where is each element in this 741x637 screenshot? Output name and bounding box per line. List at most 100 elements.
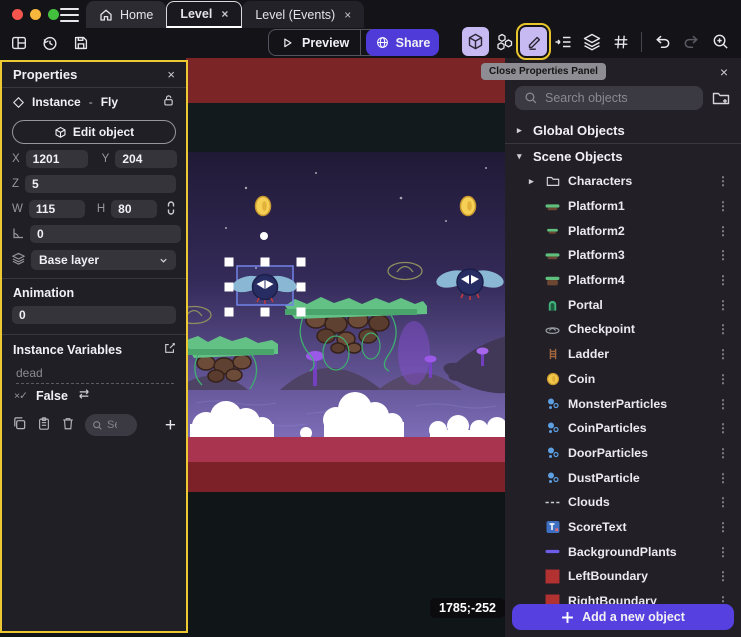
object-menu-icon[interactable]: ⋮: [717, 397, 729, 411]
y-input[interactable]: [115, 150, 177, 168]
chevron-down-icon: ▾: [517, 151, 525, 162]
object-row-platform2[interactable]: Platform2⋮: [505, 218, 741, 243]
redo-icon[interactable]: [678, 27, 705, 56]
object-row-portal[interactable]: Portal⋮: [505, 292, 741, 317]
copy-icon[interactable]: [12, 416, 27, 434]
open-variables-editor-icon[interactable]: [164, 342, 176, 357]
object-row-doorparticles[interactable]: DoorParticles⋮: [505, 441, 741, 466]
add-new-object-button[interactable]: Add a new object: [512, 604, 734, 630]
x-input[interactable]: [26, 150, 88, 168]
object-row-scoretext[interactable]: ScoreText⋮: [505, 515, 741, 540]
aspect-ratio-link-icon[interactable]: [165, 201, 177, 218]
object-row-characters[interactable]: ▸Characters⋮: [505, 169, 741, 194]
object-menu-icon[interactable]: ⋮: [717, 224, 729, 238]
animation-input[interactable]: [12, 306, 176, 324]
unlock-icon[interactable]: [162, 94, 175, 110]
object-label: Ladder: [568, 347, 609, 361]
close-objects-panel-icon[interactable]: ×: [720, 64, 728, 80]
object-menu-icon[interactable]: ⋮: [717, 446, 729, 460]
object-row-leftboundary[interactable]: LeftBoundary⋮: [505, 564, 741, 589]
zoom-in-icon[interactable]: [707, 27, 734, 56]
variable-value[interactable]: False: [36, 389, 68, 403]
object-menu-icon[interactable]: ⋮: [717, 174, 729, 188]
platform4-icon: [545, 273, 560, 288]
animation-section-title: Animation: [13, 286, 74, 300]
coin-instance: [461, 197, 476, 216]
variables-search-box[interactable]: Search: [85, 414, 137, 436]
instance-list-icon[interactable]: [549, 27, 576, 56]
objects-search-input[interactable]: [545, 91, 685, 105]
close-tab-icon[interactable]: ×: [342, 8, 351, 22]
panels-layout-icon[interactable]: [8, 32, 30, 54]
history-icon[interactable]: [39, 32, 61, 54]
tab-home[interactable]: Home: [86, 1, 166, 28]
object-menu-icon[interactable]: ⋮: [717, 495, 729, 509]
edit-properties-icon[interactable]: [520, 27, 547, 56]
paste-icon[interactable]: [37, 416, 51, 434]
close-tab-icon[interactable]: ×: [219, 7, 228, 21]
w-input[interactable]: [29, 200, 85, 218]
object-row-monsterparticles[interactable]: MonsterParticles⋮: [505, 391, 741, 416]
object-row-clouds[interactable]: Clouds⋮: [505, 490, 741, 515]
text-icon: [545, 519, 560, 534]
zoom-window-button: [48, 9, 59, 20]
object-row-platform3[interactable]: Platform3⋮: [505, 243, 741, 268]
delete-variable-icon[interactable]: [61, 416, 75, 434]
object-row-coin[interactable]: Coin ⋮: [505, 367, 741, 392]
add-variable-button[interactable]: +: [165, 416, 176, 435]
menu-icon[interactable]: [60, 8, 79, 22]
save-icon[interactable]: [70, 32, 92, 54]
object-row-coinparticles[interactable]: CoinParticles⋮: [505, 416, 741, 441]
object-menu-icon[interactable]: ⋮: [717, 520, 729, 534]
objects-cluster-icon[interactable]: [491, 27, 518, 56]
object-row-platform1[interactable]: Platform1⋮: [505, 194, 741, 219]
object-menu-icon[interactable]: ⋮: [717, 421, 729, 435]
objects-search-box[interactable]: [515, 86, 703, 110]
tab-label: Level: [180, 7, 212, 21]
grid-icon[interactable]: [607, 27, 634, 56]
object-menu-icon[interactable]: ⋮: [717, 569, 729, 583]
preview-label: Preview: [302, 36, 349, 50]
variable-name[interactable]: dead: [16, 366, 174, 384]
toggle-value-icon[interactable]: [77, 388, 91, 403]
angle-input[interactable]: [30, 225, 181, 243]
instance-type-label: Instance: [32, 95, 81, 109]
tab-level[interactable]: Level ×: [166, 1, 242, 28]
object-row-dustparticle[interactable]: DustParticle⋮: [505, 465, 741, 490]
object-menu-icon[interactable]: ⋮: [717, 248, 729, 262]
h-input[interactable]: [111, 200, 157, 218]
add-folder-icon[interactable]: [711, 88, 731, 113]
object-menu-icon[interactable]: ⋮: [717, 545, 729, 559]
object-row-backgroundplants[interactable]: BackgroundPlants⋮: [505, 539, 741, 564]
object-label: Coin: [568, 372, 595, 386]
object-row-platform4[interactable]: Platform4⋮: [505, 268, 741, 293]
coin-instance: [256, 197, 271, 216]
instance-header: Instance - Fly: [2, 89, 186, 115]
y-label: Y: [102, 153, 110, 165]
view-3d-icon[interactable]: [462, 27, 489, 56]
object-menu-icon[interactable]: ⋮: [717, 322, 729, 336]
object-menu-icon[interactable]: ⋮: [717, 347, 729, 361]
portal-icon: [545, 297, 560, 312]
group-scene-objects[interactable]: ▾Scene Objects: [505, 144, 741, 169]
share-button[interactable]: Share: [366, 29, 439, 56]
delete-icon[interactable]: [736, 27, 741, 56]
close-properties-panel-icon[interactable]: ×: [167, 67, 175, 82]
group-global-objects[interactable]: ▸Global Objects: [505, 118, 741, 143]
edit-object-button[interactable]: Edit object: [12, 120, 176, 144]
object-menu-icon[interactable]: ⋮: [717, 273, 729, 287]
traffic-lights[interactable]: [12, 9, 59, 20]
undo-icon[interactable]: [649, 27, 676, 56]
object-row-ladder[interactable]: Ladder ⋮: [505, 342, 741, 367]
object-row-checkpoint[interactable]: Checkpoint⋮: [505, 317, 741, 342]
object-menu-icon[interactable]: ⋮: [717, 199, 729, 213]
object-menu-icon[interactable]: ⋮: [717, 471, 729, 485]
tab-level-events[interactable]: Level (Events) ×: [242, 1, 364, 28]
object-menu-icon[interactable]: ⋮: [717, 298, 729, 312]
layers-icon[interactable]: [578, 27, 605, 56]
object-menu-icon[interactable]: ⋮: [717, 372, 729, 386]
layer-select[interactable]: Base layer: [31, 250, 176, 270]
z-input[interactable]: [25, 175, 176, 193]
instance-variables-title: Instance Variables: [13, 343, 122, 357]
variables-search-placeholder: Search: [107, 419, 117, 431]
